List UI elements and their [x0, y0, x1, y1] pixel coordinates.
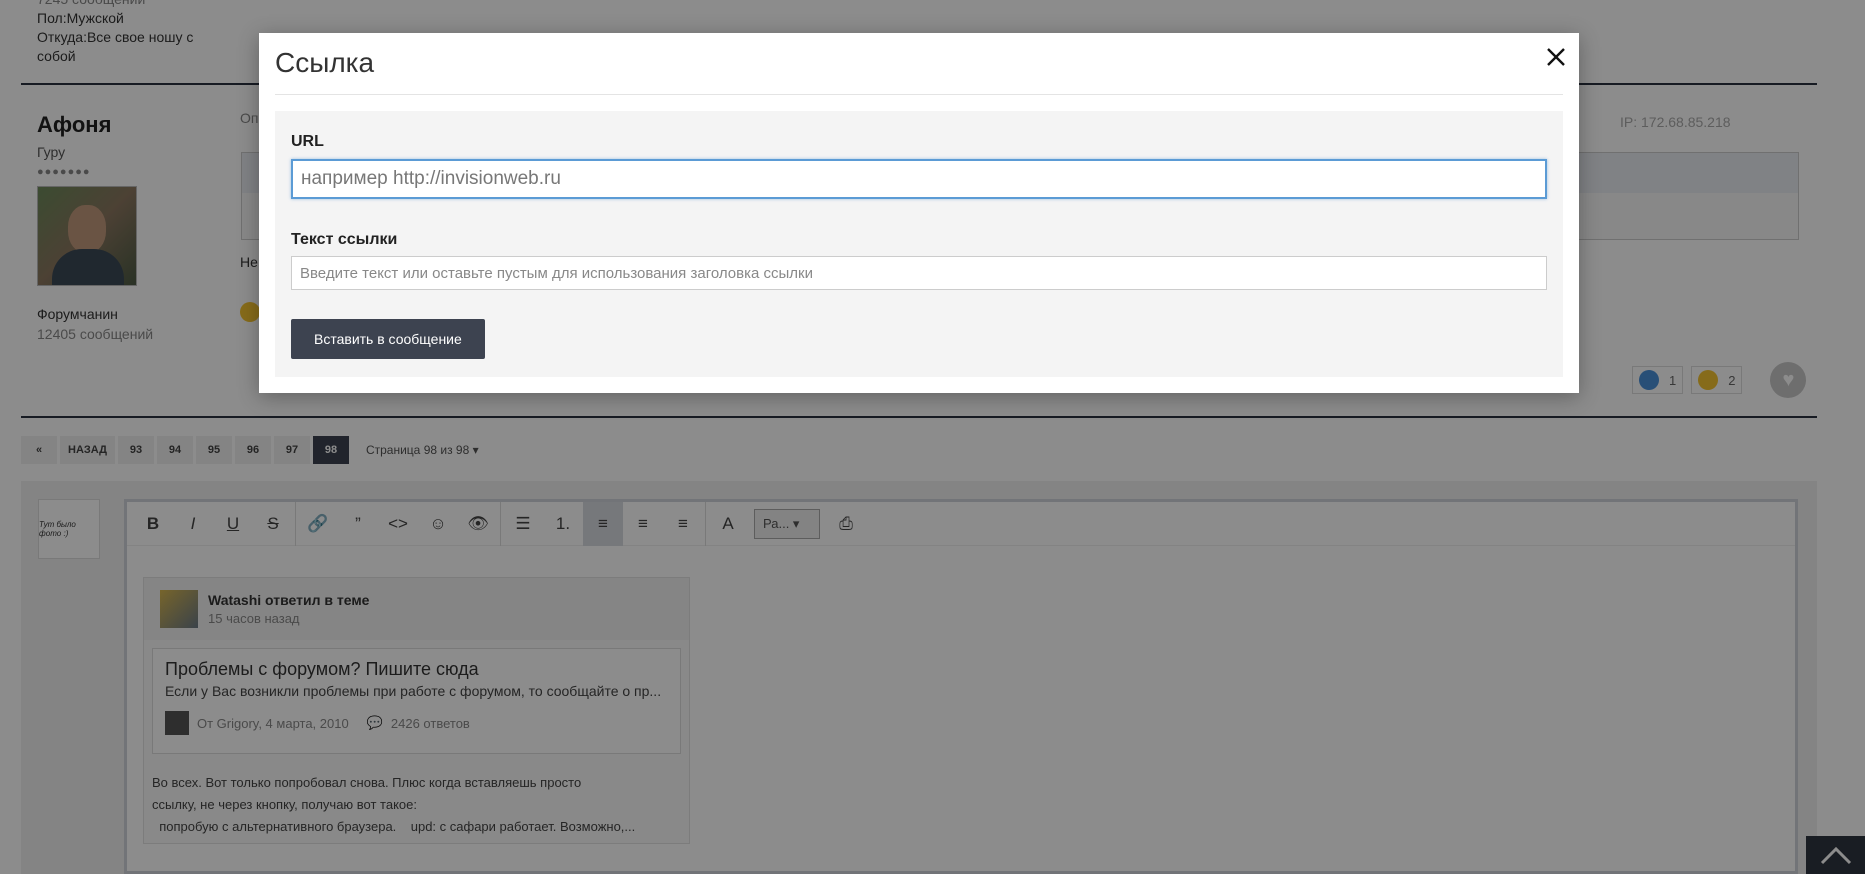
link-text-input[interactable]: [291, 256, 1547, 290]
dialog-form: URL Текст ссылки Вставить в сообщение: [275, 111, 1563, 377]
link-dialog: Ссылка URL Текст ссылки Вставить в сообщ…: [259, 33, 1579, 393]
close-icon: [1547, 48, 1565, 66]
close-icon[interactable]: [1541, 45, 1571, 75]
link-text-label: Текст ссылки: [291, 231, 398, 248]
dialog-title: Ссылка: [275, 47, 375, 78]
url-label: URL: [291, 133, 324, 150]
url-input[interactable]: [291, 159, 1547, 199]
insert-into-post-button[interactable]: Вставить в сообщение: [291, 319, 485, 359]
dialog-divider: [275, 94, 1563, 95]
